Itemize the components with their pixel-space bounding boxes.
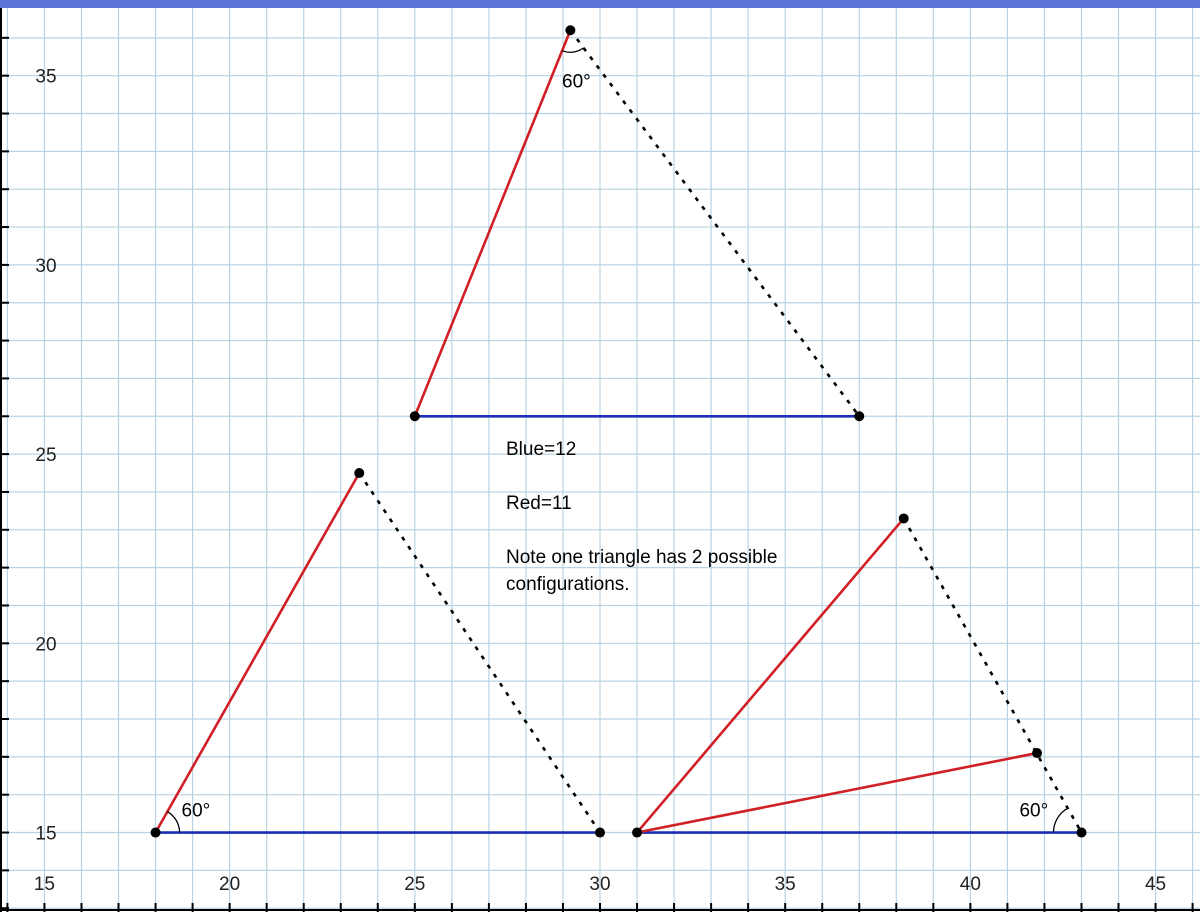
y-tick-label: 30 <box>35 256 56 277</box>
angle-label-bottom-left: 60° <box>182 801 211 822</box>
vertex-point <box>354 468 365 479</box>
triangle-diagram: 15 20 25 30 35 40 45 15 20 25 30 35 60° 60° 60° Blue=… <box>0 0 1200 912</box>
x-tick-label: 25 <box>404 874 425 895</box>
y-tick-label: 15 <box>35 824 56 845</box>
window-top-bar <box>0 0 1200 8</box>
y-tick-label: 25 <box>35 445 56 466</box>
y-tick-label: 35 <box>35 67 56 88</box>
vertex-point <box>1032 748 1043 759</box>
configuration-note-line-1: Note one triangle has 2 possible <box>506 547 777 568</box>
vertex-point <box>898 513 909 524</box>
blue-length-note: Blue=12 <box>506 439 576 460</box>
x-tick-label: 45 <box>1145 874 1166 895</box>
vertex-point <box>1076 827 1087 838</box>
x-tick-label: 35 <box>775 874 796 895</box>
x-tick-label: 15 <box>34 874 55 895</box>
y-tick-label: 20 <box>35 634 56 655</box>
vertex-point <box>595 827 605 838</box>
red-length-note: Red=11 <box>506 493 572 514</box>
vertex-point <box>854 411 865 422</box>
configuration-note-line-2: configurations. <box>506 574 630 595</box>
vertex-point <box>150 827 161 838</box>
angle-label-bottom-right: 60° <box>1019 801 1048 822</box>
vertex-point <box>409 411 420 422</box>
angle-label-top: 60° <box>562 71 591 92</box>
geometry-canvas: 15 20 25 30 35 40 45 15 20 25 30 35 60° 60° 60° Blue=… <box>0 0 1200 912</box>
vertex-point <box>565 25 576 36</box>
x-tick-label: 40 <box>960 874 981 895</box>
x-tick-label: 20 <box>219 874 240 895</box>
vertex-point <box>632 827 643 838</box>
x-tick-label: 30 <box>589 874 610 895</box>
